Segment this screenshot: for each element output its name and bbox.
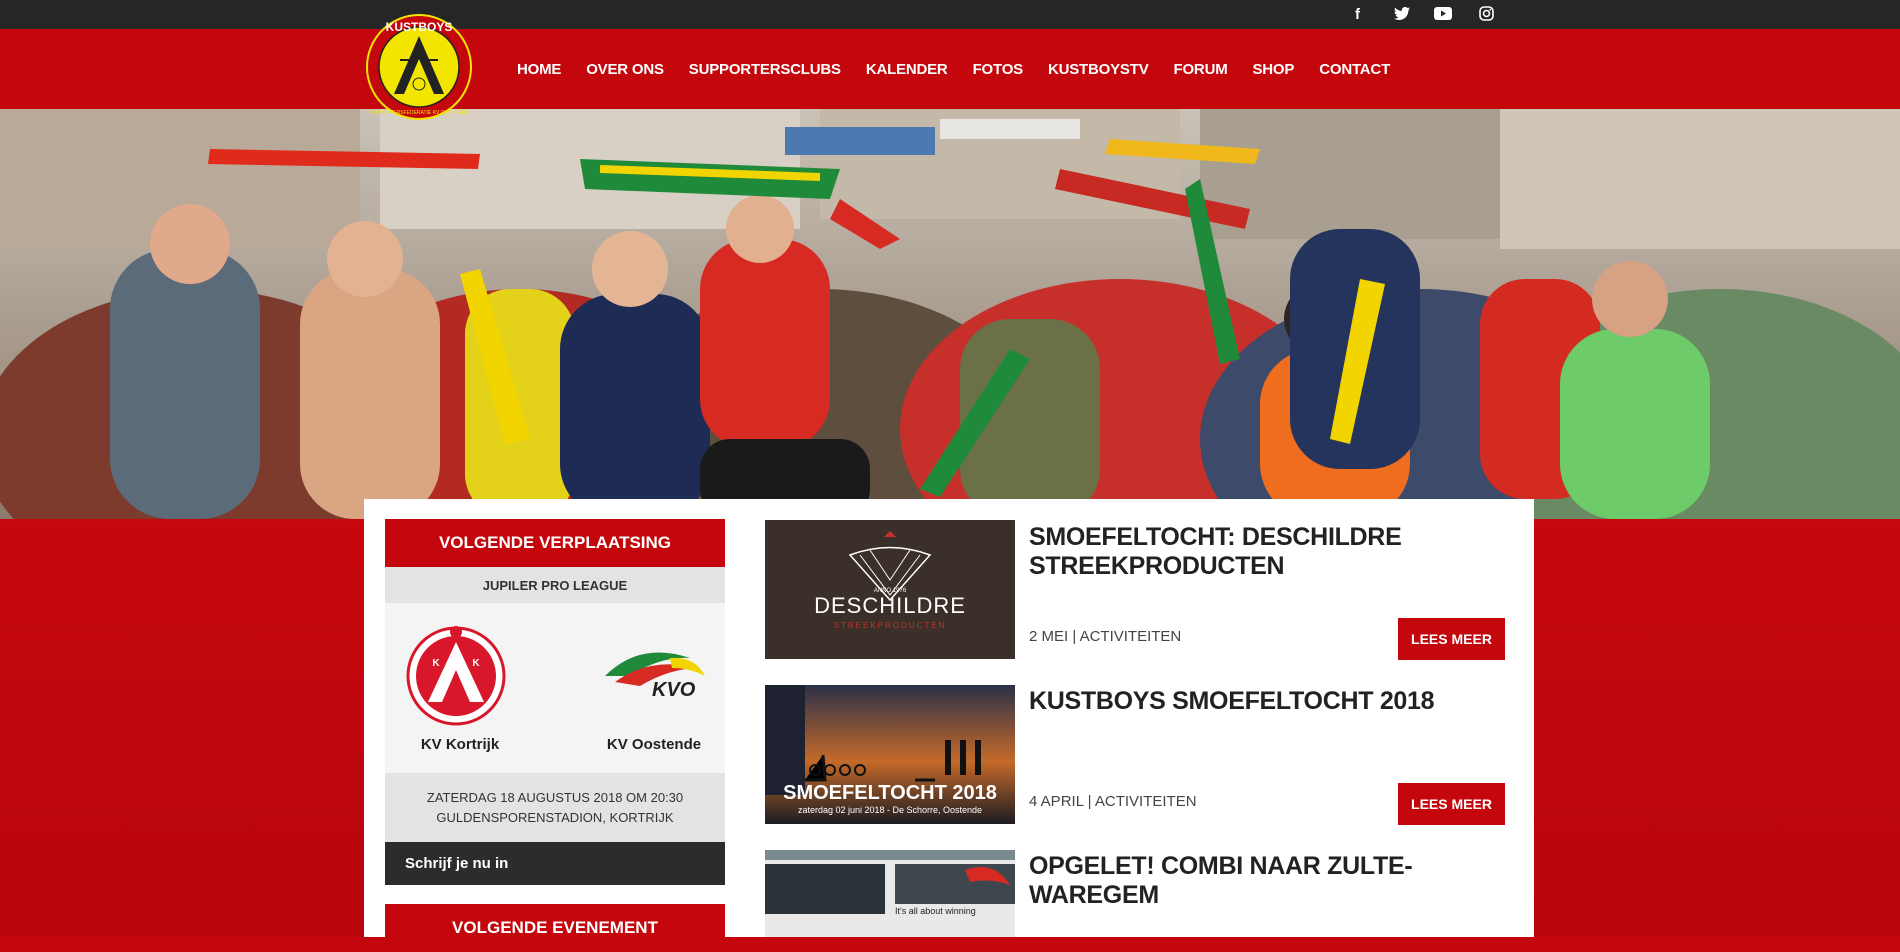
twitter-icon[interactable] — [1394, 6, 1410, 23]
read-more-button[interactable]: LEES MEER — [1398, 618, 1505, 660]
svg-text:V: V — [452, 688, 461, 703]
instagram-icon[interactable] — [1479, 5, 1494, 24]
match-venue: GULDENSPORENSTADION, KORTRIJK — [436, 809, 674, 825]
next-event-title: VOLGENDE EVENEMENT — [385, 904, 725, 952]
article-title[interactable]: KUSTBOYS SMOEFELTOCHT 2018 — [1029, 687, 1449, 716]
facebook-icon[interactable]: f — [1355, 6, 1360, 23]
bus-text: It's all about winning — [895, 906, 976, 916]
read-more-button[interactable]: LEES MEER — [1398, 783, 1505, 825]
svg-text:K: K — [472, 658, 480, 669]
article-image-deschildre[interactable]: ANNO 1976 DESCHILDRE STREEKPRODUCTEN — [765, 520, 1015, 659]
competition-label: JUPILER PRO LEAGUE — [385, 567, 725, 603]
top-bar — [0, 0, 1900, 29]
article-meta: 4 APRIL | ACTIVITEITEN — [1029, 793, 1197, 810]
nav-forum[interactable]: FORUM — [1174, 61, 1228, 78]
article-image-bus[interactable]: It's all about winning — [765, 850, 1015, 937]
kustboys-logo[interactable]: KUSTBOYS SUPPORTERSFEDERATIE KV OOSTENDE — [366, 14, 472, 120]
nav-kustboystv[interactable]: KUSTBOYSTV — [1048, 61, 1149, 78]
youtube-icon[interactable] — [1434, 6, 1452, 23]
smoefeltocht-brand: SMOEFELTOCHT 2018 — [783, 782, 997, 804]
nav-shop[interactable]: SHOP — [1253, 61, 1295, 78]
match-panel: V K K KVO KV Kortrijk KV Oostende — [385, 603, 725, 773]
nav-over-ons[interactable]: OVER ONS — [586, 61, 664, 78]
match-date: ZATERDAG 18 AUGUSTUS 2018 OM 20:30 GULDE… — [385, 773, 725, 842]
svg-text:KVO: KVO — [652, 679, 696, 701]
article-title[interactable]: OPGELET! COMBI NAAR ZULTE-WAREGEM — [1029, 852, 1449, 910]
hero-image — [0, 109, 1900, 519]
nav-contact[interactable]: CONTACT — [1319, 61, 1390, 78]
logo-ring-text: SUPPORTERSFEDERATIE KV OOSTENDE — [369, 110, 469, 116]
svg-text:K: K — [432, 658, 440, 669]
nav-fotos[interactable]: FOTOS — [973, 61, 1024, 78]
nav-kalender[interactable]: KALENDER — [866, 61, 948, 78]
kv-oostende-logo: KVO — [600, 646, 710, 706]
away-team-name: KV Oostende — [606, 736, 702, 753]
smoefeltocht-sub: zaterdag 02 juni 2018 - De Schorre, Oost… — [798, 805, 982, 815]
article-title[interactable]: SMOEFELTOCHT: DESCHILDRE STREEKPRODUCTEN — [1029, 523, 1449, 581]
article-meta: 2 MEI | ACTIVITEITEN — [1029, 628, 1182, 645]
match-date-time: ZATERDAG 18 AUGUSTUS 2018 OM 20:30 — [426, 789, 684, 805]
next-trip-title: VOLGENDE VERPLAATSING — [385, 519, 725, 567]
nav-home[interactable]: HOME — [517, 61, 561, 78]
main-nav: HOME OVER ONS SUPPORTERSCLUBS KALENDER F… — [517, 29, 1415, 109]
register-button[interactable]: Schrijf je nu in — [385, 842, 725, 885]
article-image-smoefeltocht[interactable]: SMOEFELTOCHT 2018 zaterdag 02 juni 2018 … — [765, 685, 1015, 824]
logo-text: KUSTBOYS — [386, 20, 453, 34]
kv-kortrijk-logo: V K K — [406, 622, 506, 728]
deschildre-sub: STREEKPRODUCTEN — [834, 621, 947, 630]
home-team-name: KV Kortrijk — [420, 736, 500, 753]
deschildre-brand: DESCHILDRE — [814, 593, 966, 618]
nav-supportersclubs[interactable]: SUPPORTERSCLUBS — [689, 61, 841, 78]
social-links: f — [1355, 0, 1494, 29]
